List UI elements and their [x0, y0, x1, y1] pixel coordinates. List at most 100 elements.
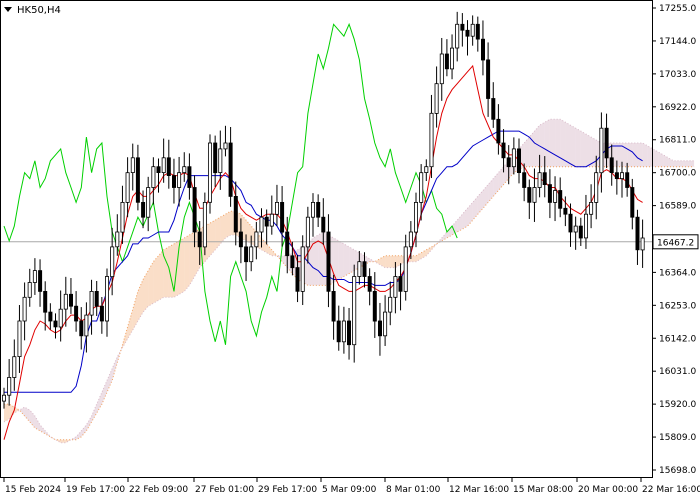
candle-body: [79, 320, 84, 337]
x-tick-label: 15 Feb 2024: [5, 485, 61, 495]
candle-body: [310, 201, 315, 218]
candle-body: [455, 23, 460, 49]
candle-body: [444, 53, 449, 70]
candle-body: [2, 394, 7, 402]
y-tick-label: 15698.0: [659, 466, 696, 476]
symbol-label: HK50,H4: [17, 5, 61, 16]
candle-body: [274, 201, 279, 215]
candle-body: [424, 166, 429, 173]
candle-body: [305, 216, 310, 248]
candle-body: [280, 201, 285, 233]
candle-body: [609, 157, 614, 174]
candle-body: [553, 190, 558, 203]
y-tick-label: 16364.0: [659, 268, 696, 278]
candle-body: [32, 270, 37, 283]
cloud-segment: [318, 232, 324, 286]
candle-body: [486, 59, 491, 99]
candle-body: [542, 172, 547, 185]
cloud-segment: [539, 122, 545, 167]
cloud-segment: [4, 404, 10, 422]
cloud-segment: [580, 131, 586, 167]
candle-body: [527, 187, 532, 203]
candle-body: [161, 157, 166, 174]
candle-body: [465, 29, 470, 37]
cloud-segment: [688, 160, 695, 167]
candle-body: [89, 290, 94, 316]
cloud-segment: [627, 143, 633, 167]
candle-body: [187, 166, 192, 188]
candle-body: [563, 207, 568, 215]
y-tick-label: 16700.0: [659, 169, 696, 179]
candle-body: [202, 201, 207, 248]
candle-body: [197, 231, 202, 248]
candle-body: [511, 148, 516, 168]
candle-body: [259, 216, 264, 233]
y-tick-label: 17144.0: [659, 37, 696, 47]
x-tick-label: 12 Mar 16:00: [449, 485, 509, 495]
x-tick-label: 22 Feb 09:00: [129, 485, 188, 495]
y-tick-label: 16922.0: [659, 103, 696, 113]
candle-body: [532, 187, 537, 203]
candle-body: [166, 157, 171, 177]
candle-body: [115, 231, 120, 248]
candle-body: [110, 246, 115, 277]
cloud-segment: [565, 122, 571, 167]
candle-body: [594, 172, 599, 203]
cloud-segment: [529, 131, 535, 167]
cloud-segment: [189, 232, 195, 286]
cloud-segment: [549, 119, 556, 167]
candle-body: [547, 184, 552, 203]
candle-body: [336, 320, 341, 343]
chart-canvas[interactable]: 17255.0 17144.0 17033.0 16922.0 16811.0 16700…: [0, 0, 700, 500]
candle-body: [460, 23, 465, 31]
candle-body: [218, 148, 223, 173]
candle-body: [501, 142, 506, 159]
candle-body: [403, 246, 408, 292]
candle-body: [372, 290, 377, 322]
cloud-segment: [184, 234, 190, 292]
candle-body: [43, 290, 48, 313]
candle-body: [223, 142, 228, 150]
cloud-segment: [210, 220, 216, 256]
x-tick-label: 22 Mar 16:00: [642, 485, 700, 495]
y-tick-label: 17033.0: [659, 70, 696, 80]
candle-body: [573, 225, 578, 233]
candle-body: [346, 320, 351, 346]
candle-body: [604, 127, 609, 159]
candle-body: [352, 276, 357, 346]
cloud-segment: [570, 125, 576, 167]
candle-body: [269, 213, 274, 227]
x-tick-label: 15 Mar 08:00: [513, 485, 573, 495]
candle-body: [74, 305, 79, 322]
candle-body: [316, 201, 321, 218]
candle-body: [377, 320, 382, 337]
candle-body: [99, 305, 104, 322]
cloud-segment: [544, 119, 550, 167]
cloud-segment: [338, 240, 344, 280]
candle-body: [233, 195, 238, 233]
candle-body: [589, 201, 594, 215]
cloud-segment: [179, 237, 185, 295]
candle-body: [578, 225, 583, 239]
candle-body: [130, 157, 135, 174]
candle-body: [7, 376, 12, 396]
candle-body: [151, 166, 156, 188]
candle-body: [357, 261, 362, 277]
candle-body: [125, 172, 130, 203]
candle-body: [398, 276, 403, 292]
candle-body: [362, 261, 367, 277]
candle-body: [470, 23, 475, 37]
candle-body: [625, 172, 630, 188]
candle-body: [614, 172, 619, 179]
candle-body: [192, 187, 197, 233]
candle-body: [63, 293, 68, 310]
candle-body: [244, 246, 249, 263]
y-tick-label: 17255.0: [659, 4, 696, 14]
candle-body: [290, 255, 295, 269]
y-tick-label: 16142.0: [659, 334, 696, 344]
candle-body: [285, 231, 290, 257]
candle-body: [58, 308, 63, 328]
candle-body: [182, 166, 187, 173]
cloud-segment: [390, 255, 396, 268]
candle-body: [537, 172, 542, 188]
